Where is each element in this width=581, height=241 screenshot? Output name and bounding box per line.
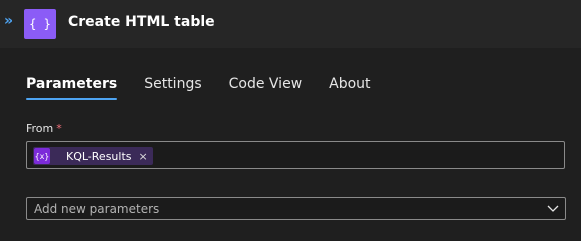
- remove-token-icon[interactable]: ×: [139, 150, 148, 163]
- add-parameters-placeholder: Add new parameters: [34, 202, 160, 216]
- tab-settings[interactable]: Settings: [144, 76, 201, 100]
- from-label-text: From: [26, 122, 54, 135]
- expand-panel-icon[interactable]: »: [4, 13, 13, 29]
- from-field-label: From *: [26, 122, 62, 135]
- variable-action-icon: { }: [24, 9, 56, 39]
- required-mark: *: [56, 122, 62, 135]
- tab-bar: Parameters Settings Code View About: [26, 76, 398, 100]
- tab-parameters[interactable]: Parameters: [26, 76, 118, 100]
- tab-about[interactable]: About: [329, 76, 370, 100]
- dynamic-content-token[interactable]: {x} KQL-Results ×: [33, 147, 153, 165]
- token-label: KQL-Results: [66, 149, 132, 163]
- header-bar: » { } Create HTML table: [0, 0, 581, 48]
- expression-icon: {x}: [34, 148, 50, 164]
- add-new-parameters-dropdown[interactable]: Add new parameters: [26, 197, 566, 220]
- chevron-down-icon[interactable]: [545, 200, 561, 216]
- expression-glyph: {x}: [34, 151, 50, 161]
- variable-action-glyph: { }: [29, 17, 51, 31]
- action-title: Create HTML table: [68, 14, 215, 30]
- tab-code-view[interactable]: Code View: [229, 76, 303, 100]
- from-input[interactable]: {x} KQL-Results ×: [26, 141, 565, 169]
